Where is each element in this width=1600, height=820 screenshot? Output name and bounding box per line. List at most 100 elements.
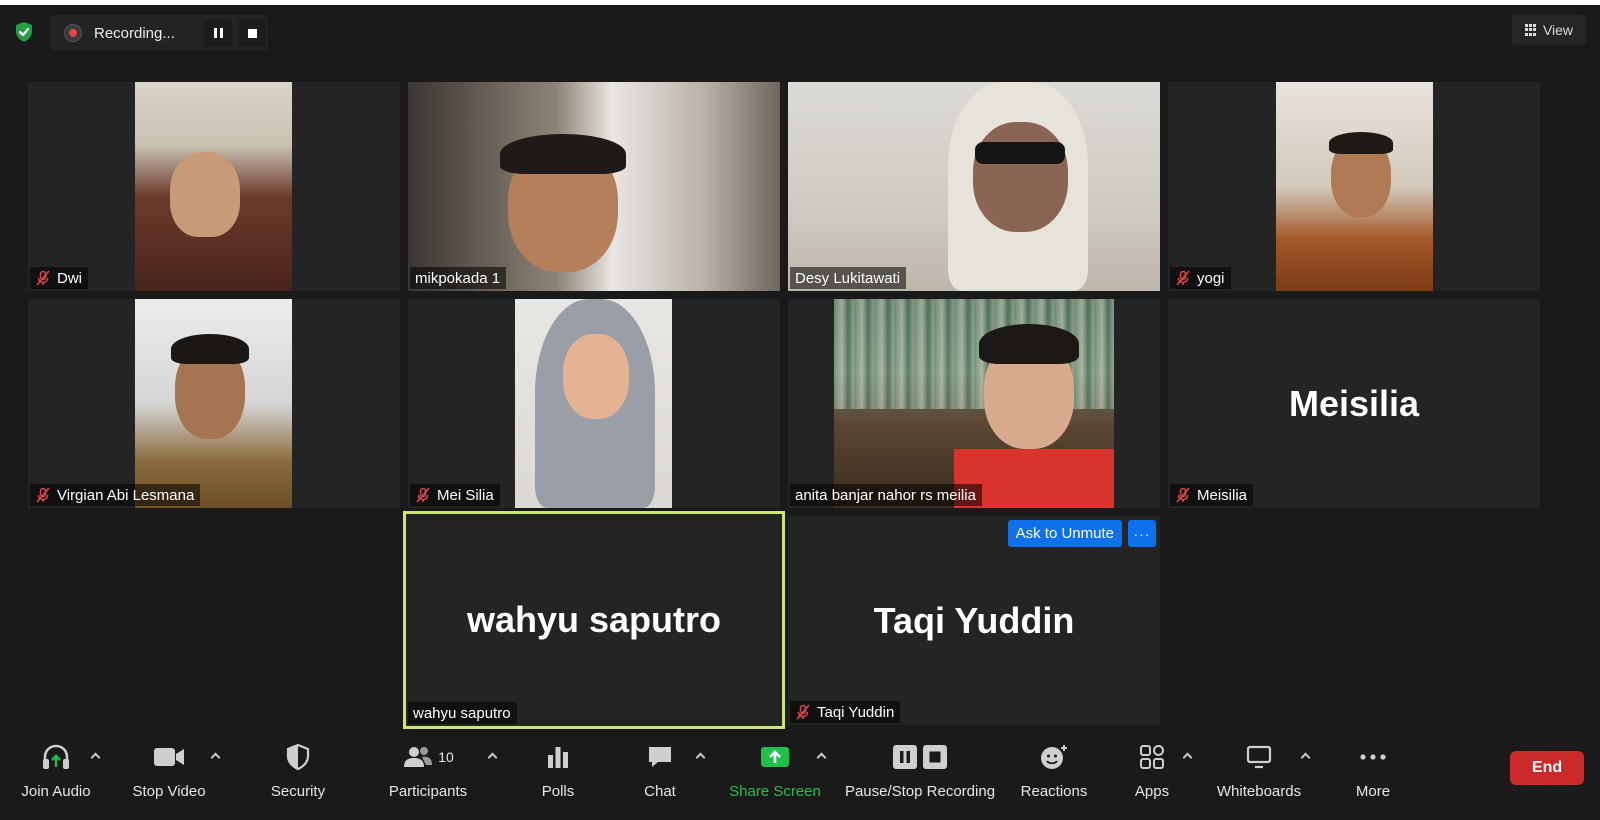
- mic-muted-icon: [36, 270, 50, 286]
- participant-nameplate: Virgian Abi Lesmana: [30, 484, 201, 506]
- stop-video-button[interactable]: Stop Video: [128, 741, 210, 801]
- participants-count: 10: [438, 749, 454, 765]
- ask-to-unmute-button[interactable]: Ask to Unmute: [1007, 520, 1122, 547]
- participant-name: mikpokada 1: [415, 269, 501, 287]
- participant-tile-yogi[interactable]: yogi: [1168, 82, 1540, 291]
- participant-tile-desy[interactable]: Desy Lukitawati: [788, 82, 1160, 291]
- participant-face: [170, 152, 240, 237]
- participant-hair: [171, 334, 249, 364]
- participant-tile-taqi[interactable]: Ask to Unmute ··· Taqi Yuddin Taqi Yuddi…: [788, 516, 1160, 725]
- participant-glasses: [975, 142, 1065, 164]
- join-audio-button[interactable]: Join Audio: [16, 741, 96, 801]
- participant-face: [973, 122, 1068, 232]
- participant-nameplate: Dwi: [30, 267, 88, 289]
- view-button[interactable]: View: [1512, 15, 1586, 45]
- video-camera-icon: [152, 741, 186, 773]
- apps-icon: [1139, 741, 1165, 773]
- participant-nameplate: wahyu saputro: [408, 702, 517, 724]
- whiteboards-label: Whiteboards: [1216, 783, 1302, 800]
- whiteboards-options-caret[interactable]: [1300, 751, 1312, 763]
- chat-options-caret[interactable]: [695, 751, 707, 763]
- smiley-plus-icon: [1039, 741, 1069, 773]
- audio-options-caret[interactable]: [90, 751, 102, 763]
- participant-tile-dwi[interactable]: Dwi: [28, 82, 400, 291]
- whiteboard-icon: [1245, 741, 1273, 773]
- whiteboards-button[interactable]: Whiteboards: [1214, 741, 1304, 801]
- tile-more-button[interactable]: ···: [1128, 520, 1156, 547]
- participant-nameplate: anita banjar nahor rs meilia: [790, 484, 982, 506]
- security-shield-icon: [285, 741, 311, 773]
- reactions-label: Reactions: [1020, 783, 1088, 800]
- participant-nameplate: Desy Lukitawati: [790, 267, 907, 289]
- participant-hair: [500, 134, 626, 174]
- pause-recording-button[interactable]: [204, 19, 232, 47]
- participant-video: [515, 299, 672, 508]
- polls-button[interactable]: Polls: [530, 741, 586, 801]
- mic-muted-icon: [36, 487, 50, 503]
- participants-button[interactable]: 10 Participants: [382, 741, 474, 801]
- share-screen-button[interactable]: Share Screen: [726, 741, 824, 801]
- participant-nameplate: yogi: [1170, 267, 1231, 289]
- participant-video: [834, 299, 1114, 508]
- participant-nameplate: Meisilia: [1170, 484, 1254, 506]
- mic-muted-icon: [1176, 270, 1190, 286]
- video-options-caret[interactable]: [210, 751, 222, 763]
- share-screen-icon: [759, 741, 791, 773]
- participant-tile-virgian[interactable]: Virgian Abi Lesmana: [28, 299, 400, 508]
- participant-tile-anita[interactable]: anita banjar nahor rs meilia: [788, 299, 1160, 508]
- more-label: More: [1355, 783, 1391, 800]
- share-options-caret[interactable]: [816, 751, 828, 763]
- stop-recording-button[interactable]: [238, 19, 266, 47]
- end-meeting-button[interactable]: End: [1510, 751, 1584, 785]
- participant-display-name: Meisilia: [1288, 382, 1420, 424]
- apps-options-caret[interactable]: [1182, 751, 1194, 763]
- participants-label: Participants: [388, 783, 468, 800]
- recording-controls-icon: [892, 741, 948, 773]
- participant-name: Taqi Yuddin: [817, 703, 895, 721]
- participant-nameplate: Taqi Yuddin: [790, 701, 901, 723]
- pause-icon: [213, 28, 223, 38]
- polls-chart-icon: [546, 741, 570, 773]
- participant-tile-mei-silia[interactable]: Mei Silia: [408, 299, 780, 508]
- polls-label: Polls: [541, 783, 575, 800]
- share-screen-label: Share Screen: [729, 783, 821, 800]
- security-label: Security: [270, 783, 326, 800]
- encryption-shield-icon[interactable]: [12, 20, 36, 44]
- participant-display-name: Taqi Yuddin: [873, 599, 1075, 641]
- reactions-button[interactable]: Reactions: [1016, 741, 1092, 801]
- participants-options-caret[interactable]: [487, 751, 499, 763]
- stop-icon: [247, 28, 257, 38]
- meeting-toolbar: Join Audio Stop Video Security 10 Partic…: [0, 735, 1600, 820]
- pause-stop-recording-button[interactable]: Pause/Stop Recording: [842, 741, 998, 801]
- participant-video: [408, 82, 780, 291]
- grid-view-icon: [1524, 24, 1537, 36]
- security-button[interactable]: Security: [266, 741, 330, 801]
- participants-icon: [404, 747, 433, 767]
- participant-tile-wahyu[interactable]: wahyu saputro wahyu saputro: [406, 514, 782, 726]
- participant-hair: [979, 324, 1079, 364]
- join-audio-label: Join Audio: [21, 783, 91, 800]
- participant-video: [135, 82, 292, 291]
- view-label: View: [1542, 22, 1574, 38]
- chat-button[interactable]: Chat: [636, 741, 684, 801]
- chat-bubble-icon: [646, 741, 674, 773]
- participant-video: [788, 82, 1160, 291]
- participant-hair: [1329, 132, 1393, 154]
- headphones-icon: [40, 741, 72, 773]
- meeting-top-bar: Recording... View: [0, 5, 1600, 55]
- ellipsis-icon: [1359, 741, 1387, 773]
- participant-face: [563, 334, 629, 419]
- recording-status: Recording...: [94, 24, 175, 42]
- apps-button[interactable]: Apps: [1128, 741, 1176, 801]
- chat-label: Chat: [644, 783, 676, 800]
- participant-name: Virgian Abi Lesmana: [57, 486, 195, 504]
- more-button[interactable]: More: [1348, 741, 1398, 801]
- participant-tile-mikpokada[interactable]: mikpokada 1: [408, 82, 780, 291]
- participant-tile-meisilia[interactable]: Meisilia Meisilia: [1168, 299, 1540, 508]
- participant-name: Meisilia: [1197, 486, 1248, 504]
- participant-nameplate: mikpokada 1: [410, 267, 507, 289]
- pause-icon: [893, 745, 917, 769]
- participant-display-name: wahyu saputro: [466, 599, 722, 640]
- stop-icon: [923, 745, 947, 769]
- apps-label: Apps: [1134, 783, 1170, 800]
